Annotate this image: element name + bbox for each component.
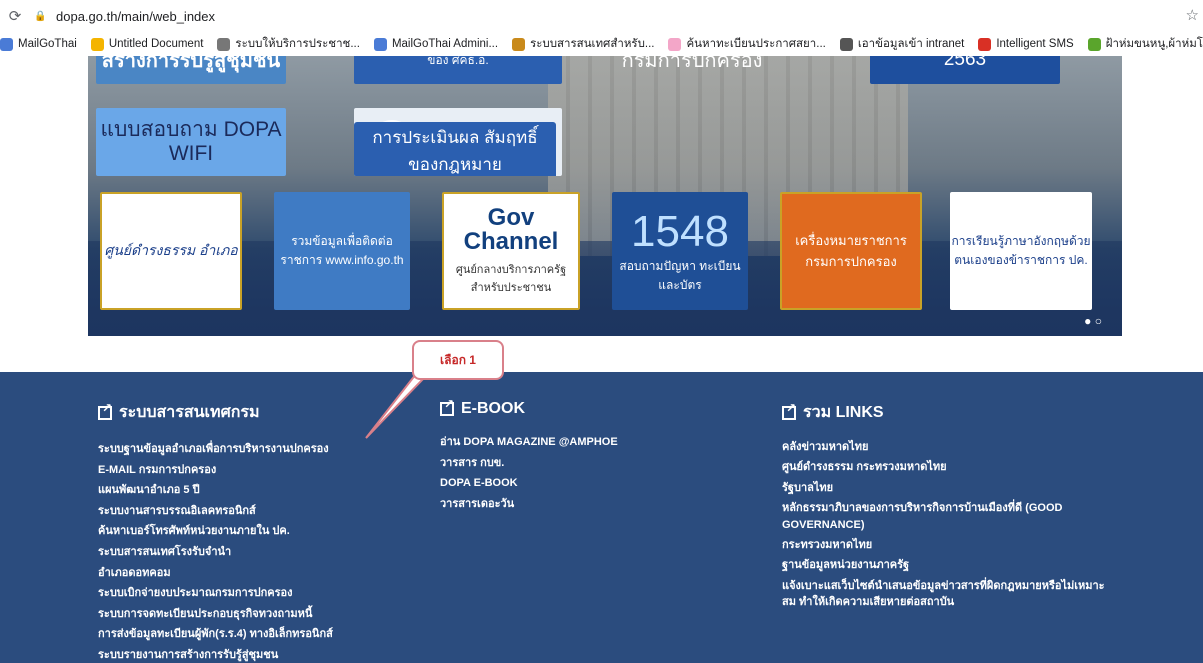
bookmark-favicon-icon	[512, 37, 526, 51]
bookmark-label: ระบบสารสนเทศสำหรับ...	[530, 38, 655, 50]
footer-heading-ebook: E-BOOK	[440, 397, 618, 418]
banner-1548[interactable]: 1548 สอบถามปัญหา ทะเบียนและบัตร	[612, 192, 748, 310]
banner-damrongdham[interactable]: ศูนย์ดำรงธรรม อำเภอ	[100, 192, 242, 310]
gov-channel-title: Gov Channel	[463, 204, 559, 255]
bookmark-label: MailGoThai	[18, 38, 77, 50]
lock-icon[interactable]: 🔒	[34, 11, 50, 22]
slider-dots[interactable]: ● ○	[1084, 314, 1102, 328]
address-bar: ⟳ 🔒 dopa.go.th/main/web_index ☆	[0, 0, 1203, 32]
footer-link[interactable]: ระบบรายงานการสร้างการรับรู้สู่ชุมชน	[98, 645, 333, 663]
banner-dopa-wifi[interactable]: แบบสอบถาม DOPA WIFI	[96, 108, 286, 176]
bookmark-item[interactable]: Intelligent SMS	[978, 37, 1074, 51]
gov-channel-subtitle: ศูนย์กลางบริการภาครัฐ สำหรับประชาชน	[455, 264, 567, 294]
reload-icon[interactable]: ⟳	[0, 7, 30, 25]
banner-new-year[interactable]: 2563	[870, 56, 1060, 84]
footer-link[interactable]: ระบบเบิกจ่ายงบประมาณกรมการปกครอง	[98, 583, 333, 604]
banner-dopa-info[interactable]: สร้างการรับรู้สู่ชุมชน	[96, 56, 286, 84]
footer-column-ebook: E-BOOK อ่าน DOPA MAGAZINE @AMPHOEวารสาร …	[440, 397, 618, 515]
banner-info-go-th[interactable]: รวมข้อมูลเพื่อติดต่อราชการ www.info.go.t…	[274, 192, 410, 310]
content-strip	[88, 336, 1122, 372]
url-text[interactable]: dopa.go.th/main/web_index	[56, 9, 215, 24]
banner-wifi-label: แบบสอบถาม DOPA WIFI	[100, 117, 282, 165]
banner-shakthor[interactable]: ของ ศคธ.อ.	[354, 56, 562, 84]
bookmark-item[interactable]: Untitled Document	[90, 37, 204, 51]
hotline-number: 1548	[631, 207, 729, 256]
external-link-icon	[98, 401, 112, 420]
footer-link[interactable]: วารสาร กบข.	[440, 453, 618, 474]
footer-link[interactable]: แจ้งเบาะแสเว็บไซต์นำเสนอข้อมูลข่าวสารที่…	[782, 578, 1112, 611]
bookmark-favicon-icon	[839, 37, 853, 51]
bookmark-label: Untitled Document	[108, 38, 204, 50]
footer-link[interactable]: อ่าน DOPA MAGAZINE @AMPHOE	[440, 432, 618, 453]
banner-slider: สร้างการรับรู้สู่ชุมชน ของ ศคธ.อ. กรมการ…	[88, 56, 1122, 336]
footer-link[interactable]: รัฐบาลไทย	[782, 480, 1112, 496]
bookmark-item[interactable]: ระบบให้บริการประชาช...	[217, 35, 360, 53]
footer-link[interactable]: อำเภอดอทคอม	[98, 563, 333, 584]
bookmark-item[interactable]: ค้นหาทะเบียนประกาศสยา...	[668, 35, 826, 53]
page-content: สร้างการรับรู้สู่ชุมชน ของ ศคธ.อ. กรมการ…	[0, 56, 1203, 663]
callout-pointer	[365, 372, 426, 439]
bookmark-item[interactable]: MailGoThai Admini...	[373, 37, 499, 51]
bookmark-label: ระบบให้บริการประชาช...	[235, 38, 360, 50]
footer-link[interactable]: ระบบการจดทะเบียนประกอบธุรกิจทวงถามหนี้	[98, 604, 333, 625]
footer-heading-links: รวม LINKS	[782, 400, 1112, 425]
callout-select-1: เลือก 1	[412, 340, 504, 380]
footer-link[interactable]: วารสารเดอะวัน	[440, 494, 618, 515]
banner-law-label: การประเมินผล สัมฤทธิ์ของกฎหมาย	[354, 122, 556, 176]
footer-link[interactable]: ศูนย์ดำรงธรรม กระทรวงมหาดไทย	[782, 459, 1112, 475]
footer-link[interactable]: ฐานข้อมูลหน่วยงานภาครัฐ	[782, 557, 1112, 573]
bookmark-favicon-icon	[978, 37, 992, 51]
bookmark-label: ค้นหาทะเบียนประกาศสยา...	[686, 38, 826, 50]
footer-link[interactable]: หลักธรรมาภิบาลของการบริหารกิจการบ้านเมือ…	[782, 500, 1112, 533]
bookmark-label: ฝ้าห่มขนหนู,ผ้าห่มโรงแร...	[1105, 38, 1203, 50]
bookmark-favicon-icon	[668, 37, 682, 51]
banner-emblem[interactable]: เครื่องหมายราชการ กรมการปกครอง	[780, 192, 922, 310]
bookmark-favicon-icon	[0, 37, 13, 51]
bookmark-item[interactable]: MailGoThai	[0, 37, 77, 51]
footer-link[interactable]: ระบบงานสารบรรณอิเลคทรอนิกส์	[98, 501, 333, 522]
footer-link[interactable]: แผนพัฒนาอำเภอ 5 ปี	[98, 480, 333, 501]
bookmark-star-icon[interactable]: ☆	[1186, 6, 1199, 24]
footer-heading-systems: ระบบสารสนเทศกรม	[98, 400, 333, 425]
hotline-label: สอบถามปัญหา ทะเบียนและบัตร	[619, 259, 741, 292]
footer-link[interactable]: คลังข่าวมหาดไทย	[782, 439, 1112, 455]
footer: ระบบสารสนเทศกรม ระบบฐานข้อมูลอำเภอเพื่อก…	[0, 372, 1203, 663]
footer-link[interactable]: กระทรวงมหาดไทย	[782, 537, 1112, 553]
footer-link[interactable]: การส่งข้อมูลทะเบียนผู้พัก(ร.ร.4) ทางอิเล…	[98, 624, 333, 645]
bookmark-favicon-icon	[1087, 37, 1101, 51]
bookmark-item[interactable]: เอาข้อมูลเข้า intranet	[839, 35, 965, 53]
bookmarks-bar: MailGoThai Untitled Document ระบบให้บริการ…	[0, 32, 1203, 56]
banner-dopa-song[interactable]: กรมการปกครอง	[608, 56, 776, 84]
banner-law-evaluation[interactable]: การประเมินผล สัมฤทธิ์ของกฎหมาย	[354, 108, 562, 176]
external-link-icon	[440, 397, 454, 416]
bookmark-label: เอาข้อมูลเข้า intranet	[857, 38, 965, 50]
external-link-icon	[782, 401, 796, 420]
footer-column-systems: ระบบสารสนเทศกรม ระบบฐานข้อมูลอำเภอเพื่อก…	[98, 400, 333, 663]
footer-link[interactable]: ระบบฐานข้อมูลอำเภอเพื่อการบริหารงานปกครอ…	[98, 439, 333, 460]
bookmark-label: MailGoThai Admini...	[391, 38, 499, 50]
bookmark-favicon-icon	[217, 37, 231, 51]
footer-link[interactable]: DOPA E-BOOK	[440, 473, 618, 494]
bookmark-favicon-icon	[373, 37, 387, 51]
bookmark-item[interactable]: ระบบสารสนเทศสำหรับ...	[512, 35, 654, 53]
banner-gov-channel[interactable]: Gov Channel ศูนย์กลางบริการภาครัฐ สำหรับ…	[442, 192, 580, 310]
footer-link[interactable]: ค้นหาเบอร์โทรศัพท์หน่วยงานภายใน ปค.	[98, 521, 333, 542]
footer-link[interactable]: ระบบสารสนเทศโรงรับจำนำ	[98, 542, 333, 563]
bookmark-label: Intelligent SMS	[996, 38, 1074, 50]
bookmark-item[interactable]: ฝ้าห่มขนหนู,ผ้าห่มโรงแร...	[1087, 35, 1203, 53]
footer-column-links: รวม LINKS คลังข่าวมหาดไทยศูนย์ดำรงธรรม ก…	[782, 400, 1112, 615]
bookmark-favicon-icon	[90, 37, 104, 51]
footer-link[interactable]: E-MAIL กรมการปกครอง	[98, 460, 333, 481]
banner-english-learning[interactable]: การเรียนรู้ภาษาอังกฤษด้วย ตนเองของข้าราช…	[950, 192, 1092, 310]
